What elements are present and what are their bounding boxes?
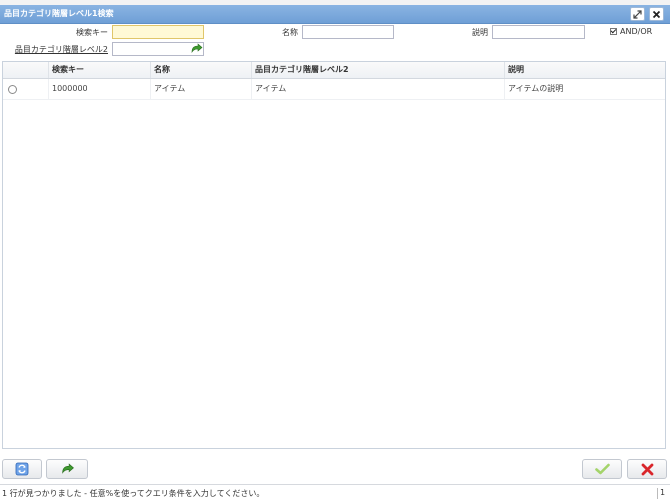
and-or-checkbox[interactable] bbox=[610, 28, 617, 35]
row-select-radio[interactable] bbox=[8, 85, 17, 94]
cell-description: アイテムの説明 bbox=[504, 79, 665, 99]
name-input[interactable] bbox=[302, 25, 394, 39]
status-message: 1 行が見つかりました - 任意%を使ってクエリ条件を入力してください。 bbox=[2, 489, 265, 498]
cancel-button[interactable] bbox=[627, 459, 667, 479]
description-input[interactable] bbox=[492, 25, 585, 39]
zoom-arrow-icon bbox=[61, 462, 74, 474]
grid-header-select bbox=[3, 62, 48, 78]
refresh-icon bbox=[15, 462, 29, 476]
grid-header-level2[interactable]: 品目カテゴリ階層レベル2 bbox=[251, 62, 504, 78]
search-key-label: 検索キー bbox=[76, 28, 108, 37]
status-bar: 1 行が見つかりました - 任意%を使ってクエリ条件を入力してください。 1 bbox=[0, 484, 670, 501]
level2-zoom-button[interactable] bbox=[190, 43, 203, 55]
search-key-input[interactable] bbox=[112, 25, 204, 39]
grid-header-name[interactable]: 名称 bbox=[150, 62, 251, 78]
close-icon bbox=[652, 10, 661, 18]
grid-header: 検索キー 名称 品目カテゴリ階層レベル2 説明 bbox=[3, 62, 665, 79]
results-grid: 検索キー 名称 品目カテゴリ階層レベル2 説明 1000000 アイテム アイテ… bbox=[2, 61, 666, 449]
cell-name: アイテム bbox=[150, 79, 251, 99]
close-button[interactable] bbox=[649, 7, 664, 21]
ok-check-icon bbox=[594, 463, 610, 475]
zoom-arrow-icon bbox=[191, 43, 203, 54]
grid-header-description[interactable]: 説明 bbox=[504, 62, 665, 78]
cell-search-key: 1000000 bbox=[48, 79, 150, 99]
cell-level2: アイテム bbox=[251, 79, 504, 99]
dialog-title-bar[interactable]: 品目カテゴリ階層レベル1検索 bbox=[0, 5, 670, 24]
refresh-button[interactable] bbox=[2, 459, 42, 479]
name-label: 名称 bbox=[282, 28, 298, 37]
cancel-x-icon bbox=[641, 463, 653, 475]
zoom-across-button[interactable] bbox=[46, 459, 88, 479]
status-divider bbox=[657, 488, 658, 499]
table-row[interactable]: 1000000 アイテム アイテム アイテムの説明 bbox=[3, 79, 665, 100]
dialog-title: 品目カテゴリ階層レベル1検索 bbox=[4, 9, 114, 18]
level2-label-link[interactable]: 品目カテゴリ階層レベル2 bbox=[4, 44, 108, 55]
grid-header-search-key[interactable]: 検索キー bbox=[48, 62, 150, 78]
and-or-label: AND/OR bbox=[620, 27, 653, 36]
ok-button[interactable] bbox=[582, 459, 622, 479]
status-row-count: 1 bbox=[660, 488, 666, 497]
maximize-button[interactable] bbox=[630, 7, 645, 21]
description-label: 説明 bbox=[472, 28, 488, 37]
row-select-cell bbox=[3, 79, 48, 99]
maximize-icon bbox=[633, 9, 642, 19]
